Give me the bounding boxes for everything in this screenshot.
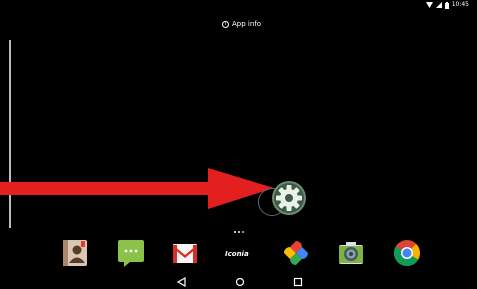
- page-dot: [238, 231, 240, 233]
- info-icon: i: [222, 20, 229, 28]
- page-dot: [242, 231, 244, 233]
- signal-icon: [435, 2, 442, 8]
- app-info-label: App info: [232, 20, 262, 28]
- status-bar: 10:45: [0, 0, 477, 10]
- camera-icon[interactable]: [336, 238, 366, 268]
- contacts-icon[interactable]: [60, 238, 90, 268]
- settings-icon[interactable]: [271, 180, 307, 216]
- gmail-icon[interactable]: [170, 238, 200, 268]
- page-dot: [234, 231, 236, 233]
- status-time: 10:45: [451, 1, 469, 8]
- annotation-arrow: [0, 168, 274, 209]
- recents-icon[interactable]: [292, 276, 304, 288]
- messenger-icon[interactable]: [116, 238, 146, 268]
- page-indicator: [234, 231, 244, 233]
- wifi-icon: [425, 2, 433, 8]
- chrome-icon[interactable]: [392, 238, 422, 268]
- home-icon[interactable]: [234, 276, 246, 288]
- battery-icon: [444, 1, 449, 9]
- iconia-label: Iconia: [225, 250, 249, 258]
- back-icon[interactable]: [176, 276, 188, 288]
- navigation-bar: [0, 274, 477, 289]
- status-icons: 10:45: [425, 1, 469, 9]
- app-info-target[interactable]: i App info: [222, 20, 261, 28]
- photos-icon[interactable]: [281, 238, 311, 268]
